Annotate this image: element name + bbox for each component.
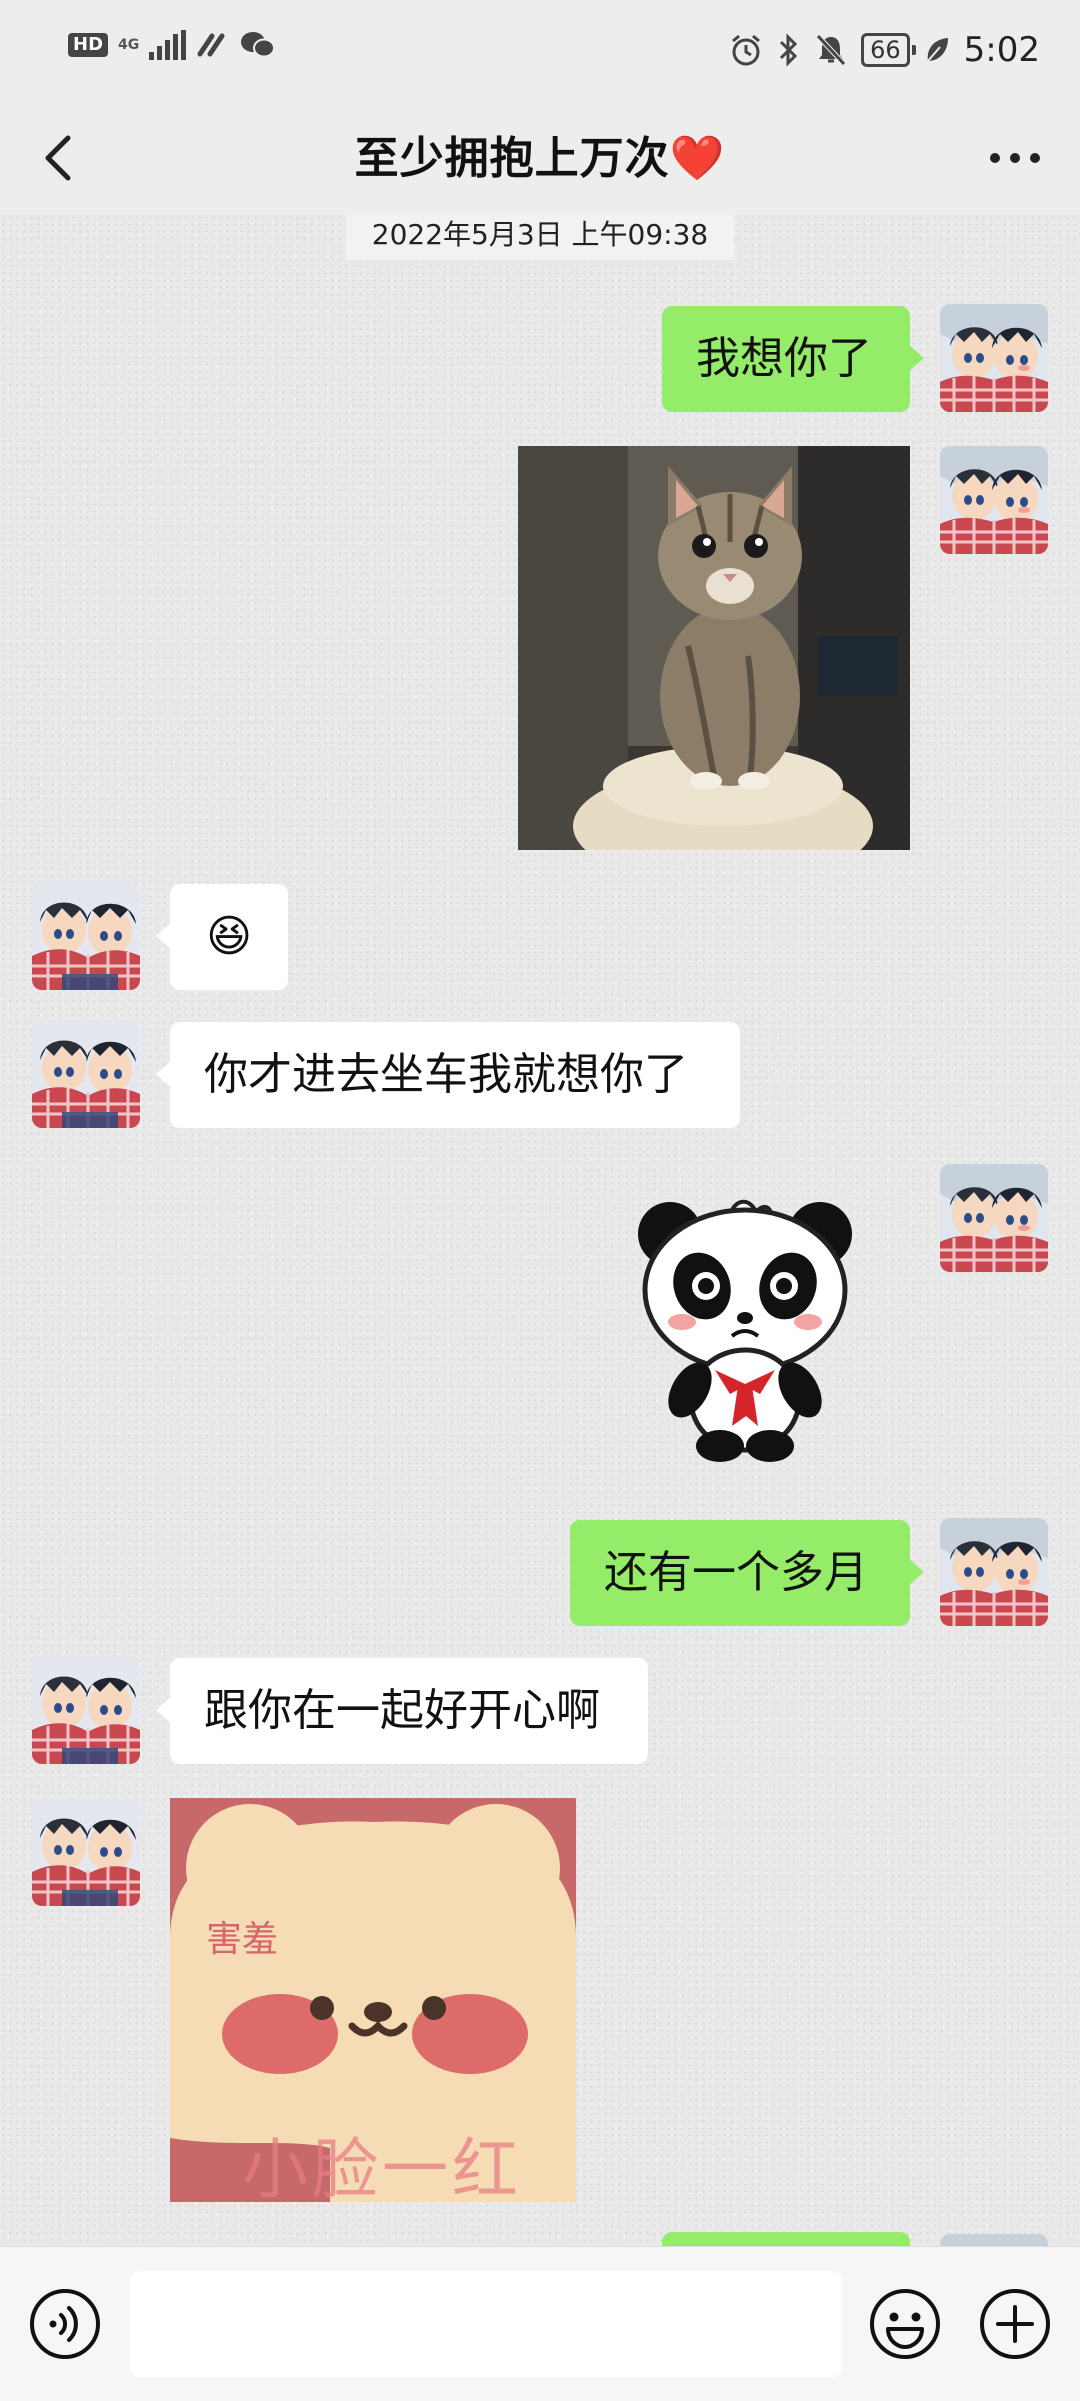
friend-avatar[interactable]	[32, 1798, 140, 1906]
plus-icon[interactable]	[978, 2287, 1052, 2361]
input-bar	[0, 2246, 1080, 2401]
my-avatar-partial[interactable]	[940, 2234, 1048, 2246]
chat-title-text: 至少拥抱上万次	[354, 133, 670, 184]
friend-avatar[interactable]	[32, 1020, 140, 1128]
message-bubble-sent[interactable]: 还有一个多月	[570, 1520, 924, 1626]
laughing-emoji: 😆	[206, 911, 252, 962]
my-avatar[interactable]	[940, 304, 1048, 412]
friend-avatar[interactable]	[32, 1656, 140, 1764]
chat-area[interactable]: 2022年5月3日 上午09:38 我想你了 😆 你才进去坐车我就想你了 还有一…	[0, 214, 1080, 2246]
link-icon	[197, 33, 225, 57]
emoji-icon[interactable]	[868, 2287, 942, 2361]
my-avatar[interactable]	[940, 446, 1048, 554]
message-input[interactable]	[130, 2271, 842, 2377]
more-dots-icon[interactable]	[980, 128, 1050, 188]
battery-icon: 66	[861, 33, 916, 67]
cat-photo[interactable]	[518, 446, 910, 850]
wechat-icon	[241, 32, 276, 58]
message-bubble-received[interactable]: 你才进去坐车我就想你了	[156, 1022, 740, 1128]
network-type: 4G	[118, 37, 140, 53]
timestamp: 2022年5月3日 上午09:38	[346, 214, 734, 260]
my-avatar[interactable]	[940, 1518, 1048, 1626]
status-left: HD 4G	[68, 30, 276, 60]
bear-sticker[interactable]: 害羞 小脸一红	[170, 1798, 576, 2202]
panda-sticker[interactable]	[620, 1194, 870, 1464]
message-bubble-received[interactable]: 跟你在一起好开心啊	[156, 1658, 648, 1764]
friend-avatar[interactable]	[32, 882, 140, 990]
status-right: 66 5:02	[729, 30, 1040, 70]
status-bar: HD 4G 66 5:02	[0, 0, 1080, 104]
heart-icon: ❤️	[669, 133, 726, 184]
sticker-caption-big: 小脸一红	[242, 2131, 522, 2202]
clock: 5:02	[963, 30, 1040, 70]
chat-header: 至少拥抱上万次❤️	[0, 104, 1080, 214]
signal-icon	[149, 30, 187, 60]
alarm-icon	[732, 34, 761, 66]
bluetooth-icon	[780, 33, 798, 67]
hd-icon: HD	[68, 33, 109, 57]
sticker-caption-small: 害羞	[206, 1919, 279, 1960]
voice-icon[interactable]	[28, 2287, 102, 2361]
my-avatar[interactable]	[940, 1164, 1048, 1272]
message-bubble-sent-partial[interactable]	[662, 2232, 910, 2246]
mute-icon	[816, 34, 846, 66]
message-bubble-sent[interactable]: 我想你了	[662, 306, 924, 412]
chat-title: 至少拥抱上万次❤️	[0, 122, 1080, 186]
message-bubble-received[interactable]: 😆	[156, 884, 288, 990]
leaf-icon	[926, 38, 948, 62]
